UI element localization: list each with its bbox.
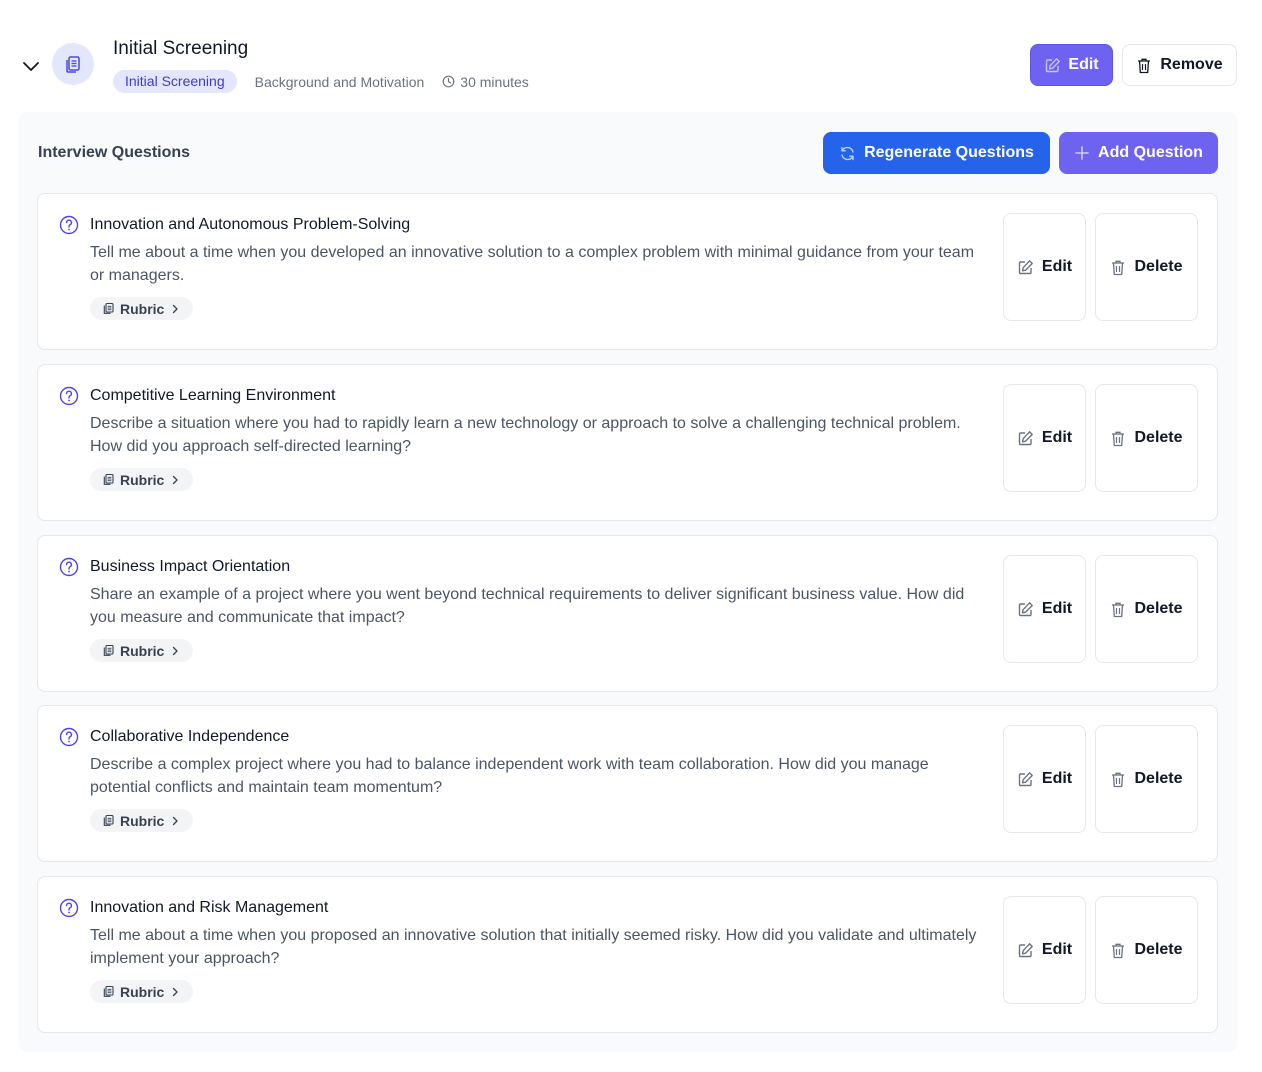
- question-text: Tell me about a time when you proposed a…: [90, 927, 977, 967]
- regenerate-questions-label: Regenerate Questions: [864, 144, 1034, 161]
- delete-question-label: Delete: [1134, 429, 1183, 446]
- edit-question-button[interactable]: Edit: [1003, 896, 1086, 1004]
- rubric-toggle[interactable]: Rubric: [90, 639, 194, 662]
- question-card: Competitive Learning Environment Describ…: [37, 364, 1218, 521]
- edit-question-label: Edit: [1041, 258, 1073, 275]
- trash-icon: [1110, 259, 1126, 276]
- add-question-label: Add Question: [1098, 144, 1203, 161]
- clipboard-icon: [102, 814, 115, 827]
- question-text: Describe a situation where you had to ra…: [90, 415, 961, 455]
- rubric-toggle[interactable]: Rubric: [90, 297, 194, 320]
- question-circle-icon: [59, 727, 79, 747]
- edit-question-label: Edit: [1041, 600, 1073, 617]
- stage-badge: Initial Screening: [113, 70, 237, 93]
- question-title: Innovation and Autonomous Problem-Solvin…: [90, 216, 411, 233]
- edit-question-label: Edit: [1041, 941, 1073, 958]
- delete-question-button[interactable]: Delete: [1095, 213, 1198, 321]
- refresh-icon: [839, 145, 856, 162]
- pencil-square-icon: [1017, 259, 1034, 276]
- question-circle-icon: [59, 215, 79, 235]
- pencil-square-icon: [1017, 771, 1034, 788]
- clipboard-icon: [102, 473, 115, 486]
- panel-title: Interview Questions: [38, 144, 191, 161]
- question-circle-icon: [59, 386, 79, 406]
- question-text: Share an example of a project where you …: [90, 586, 965, 626]
- chevron-right-icon: [169, 474, 181, 486]
- question-title: Competitive Learning Environment: [90, 387, 336, 404]
- trash-icon: [1110, 430, 1126, 447]
- question-circle-icon: [59, 557, 79, 577]
- delete-question-label: Delete: [1134, 941, 1183, 958]
- trash-icon: [1136, 57, 1152, 74]
- clipboard-icon: [63, 54, 83, 74]
- regenerate-questions-button[interactable]: Regenerate Questions: [823, 132, 1050, 174]
- pencil-square-icon: [1044, 57, 1061, 74]
- remove-stage-label: Remove: [1160, 56, 1223, 73]
- rubric-label: Rubric: [120, 812, 165, 829]
- edit-question-button[interactable]: Edit: [1003, 384, 1086, 492]
- edit-question-button[interactable]: Edit: [1003, 725, 1086, 833]
- question-card: Innovation and Risk Management Tell me a…: [37, 876, 1218, 1033]
- edit-stage-button[interactable]: Edit: [1030, 44, 1113, 86]
- clipboard-icon: [102, 985, 115, 998]
- delete-question-label: Delete: [1134, 600, 1183, 617]
- pencil-square-icon: [1017, 601, 1034, 618]
- pencil-square-icon: [1017, 942, 1034, 959]
- trash-icon: [1110, 601, 1126, 618]
- edit-stage-label: Edit: [1068, 56, 1099, 73]
- trash-icon: [1110, 771, 1126, 788]
- edit-question-button[interactable]: Edit: [1003, 555, 1086, 663]
- rubric-toggle[interactable]: Rubric: [90, 980, 194, 1003]
- delete-question-button[interactable]: Delete: [1095, 555, 1198, 663]
- question-text: Tell me about a time when you developed …: [90, 244, 975, 284]
- chevron-right-icon: [169, 645, 181, 657]
- trash-icon: [1110, 942, 1126, 959]
- rubric-label: Rubric: [120, 471, 165, 488]
- delete-question-label: Delete: [1134, 258, 1183, 275]
- delete-question-button[interactable]: Delete: [1095, 725, 1198, 833]
- stage-meta: Initial Screening Background and Motivat…: [113, 70, 529, 93]
- question-circle-icon: [59, 898, 79, 918]
- pencil-square-icon: [1017, 430, 1034, 447]
- question-title: Collaborative Independence: [90, 728, 290, 745]
- clock-icon: [442, 75, 455, 88]
- question-card: Business Impact Orientation Share an exa…: [37, 535, 1218, 692]
- question-text: Describe a complex project where you had…: [90, 756, 929, 796]
- chevron-right-icon: [169, 986, 181, 998]
- chevron-right-icon: [169, 815, 181, 827]
- edit-question-label: Edit: [1041, 770, 1073, 787]
- add-question-button[interactable]: Add Question: [1059, 132, 1218, 174]
- clipboard-icon: [102, 644, 115, 657]
- chevron-right-icon: [169, 303, 181, 315]
- questions-panel: Interview Questions Regenerate Questions…: [19, 112, 1237, 1052]
- delete-question-label: Delete: [1134, 770, 1183, 787]
- question-title: Innovation and Risk Management: [90, 899, 329, 916]
- question-card: Innovation and Autonomous Problem-Solvin…: [37, 193, 1218, 350]
- edit-question-label: Edit: [1041, 429, 1073, 446]
- stage-duration: 30 minutes: [442, 73, 529, 90]
- stage-title: Initial Screening: [113, 38, 249, 59]
- stage-avatar: [52, 43, 94, 85]
- rubric-toggle[interactable]: Rubric: [90, 468, 194, 491]
- plus-icon: [1074, 145, 1090, 161]
- stage-header: Initial Screening Initial Screening Back…: [0, 0, 1262, 110]
- stage-category: Background and Motivation: [254, 73, 425, 90]
- rubric-toggle[interactable]: Rubric: [90, 809, 194, 832]
- rubric-label: Rubric: [120, 642, 165, 659]
- rubric-label: Rubric: [120, 983, 165, 1000]
- question-title: Business Impact Orientation: [90, 558, 291, 575]
- duration-text: 30 minutes: [460, 73, 529, 90]
- clipboard-icon: [102, 302, 115, 315]
- remove-stage-button[interactable]: Remove: [1122, 44, 1237, 86]
- chevron-down-icon[interactable]: [20, 55, 42, 77]
- delete-question-button[interactable]: Delete: [1095, 384, 1198, 492]
- edit-question-button[interactable]: Edit: [1003, 213, 1086, 321]
- question-card: Collaborative Independence Describe a co…: [37, 705, 1218, 862]
- delete-question-button[interactable]: Delete: [1095, 896, 1198, 1004]
- rubric-label: Rubric: [120, 300, 165, 317]
